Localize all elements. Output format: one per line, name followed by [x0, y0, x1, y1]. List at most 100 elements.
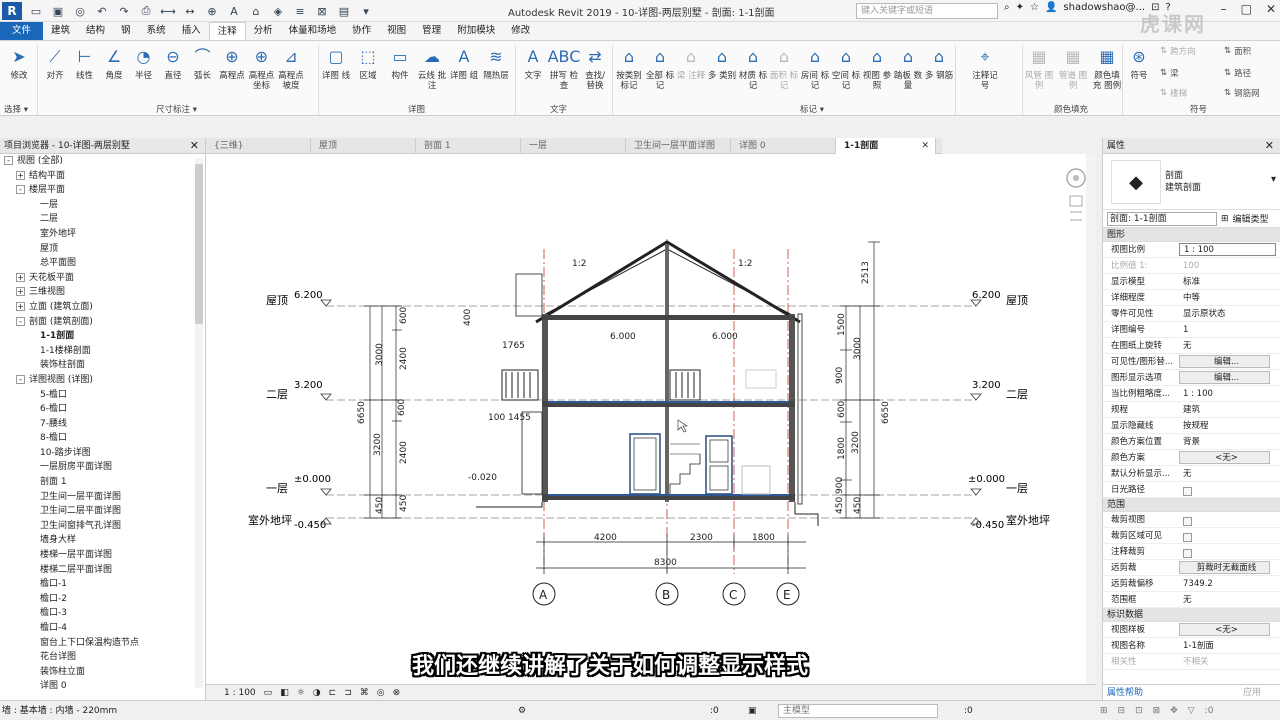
property-checkbox-cell[interactable]	[1179, 512, 1280, 527]
dimension-tool-7-button[interactable]: ⊕ 高程点 坐标	[247, 43, 277, 92]
color-fill-panel-label[interactable]: 颜色填充	[1054, 103, 1088, 115]
checkbox[interactable]	[1183, 516, 1192, 526]
dim-text[interactable]: 8300	[654, 558, 677, 568]
tab-3[interactable]: 钢	[113, 22, 139, 40]
sync-icon[interactable]: ◎	[72, 3, 88, 19]
tree-item[interactable]: 1-1楼梯剖面	[0, 344, 205, 359]
tree-item[interactable]: + 天花板平面	[0, 271, 205, 286]
tab-12[interactable]: 附加模块	[449, 22, 503, 40]
search-input[interactable]: 键入关键字或短语	[856, 3, 998, 19]
property-button[interactable]: <无>	[1179, 623, 1270, 636]
tag-tool-3-button[interactable]: ⌂ 多 类别	[707, 43, 737, 82]
dim-text[interactable]: 1500	[837, 313, 847, 336]
room-elevation[interactable]: 6.000	[610, 332, 636, 342]
property-group-header[interactable]: 标识数据	[1103, 608, 1280, 622]
type-selector[interactable]: ◆ 剖面 建筑剖面 ▾	[1103, 154, 1280, 210]
tree-item[interactable]: 6-檐口	[0, 402, 205, 417]
tab-0[interactable]: 文件	[0, 22, 44, 40]
tree-item[interactable]: + 立面 (建筑立面)	[0, 300, 205, 315]
tag-tool-5-button[interactable]: ⌂ 面积 标记	[769, 43, 799, 92]
property-value[interactable]: 7349.2	[1179, 576, 1280, 591]
detail-tool-1-button[interactable]: ⬚ 区域	[353, 43, 383, 82]
dimension-tool-0-button[interactable]: ⟋ 对齐	[40, 43, 70, 82]
view-scale[interactable]: 1 : 100	[224, 688, 256, 698]
property-group-header[interactable]: 范围	[1103, 498, 1280, 512]
view-tab[interactable]: 详图 0	[731, 138, 836, 154]
3d-view-icon[interactable]: ⌂	[248, 3, 264, 19]
open-icon[interactable]: ▭	[28, 3, 44, 19]
tag-icon[interactable]: ⊕	[204, 3, 220, 19]
tag-tool-7-button[interactable]: ⌂ 空间 标记	[831, 43, 861, 92]
level-name[interactable]: 屋顶	[1006, 294, 1028, 307]
dim-text[interactable]: 900	[835, 367, 845, 384]
property-value[interactable]: 无	[1179, 592, 1280, 607]
expand-icon[interactable]: +	[16, 287, 25, 297]
filter-icon[interactable]: ▽	[1188, 701, 1195, 720]
property-value[interactable]: 1 : 100	[1179, 386, 1280, 401]
dimension-tool-2-button[interactable]: ∠ 角度	[99, 43, 129, 82]
property-value[interactable]: 中等	[1179, 290, 1280, 305]
level-name[interactable]: 一层	[266, 482, 288, 495]
property-value[interactable]: 1 : 100	[1179, 243, 1276, 256]
view-tab[interactable]: 一层	[521, 138, 626, 154]
property-value[interactable]: 1-1剖面	[1179, 638, 1280, 653]
tag-tool-6-button[interactable]: ⌂ 房间 标记	[800, 43, 830, 92]
expand-icon[interactable]: +	[16, 272, 25, 282]
grid-label[interactable]: C	[729, 588, 737, 602]
property-value[interactable]: 标准	[1179, 274, 1280, 289]
tag-tool-8-button[interactable]: ⌂ 视图 参照	[862, 43, 892, 92]
level-elevation[interactable]: -0.450	[294, 520, 326, 531]
tree-item[interactable]: 花台详图	[0, 650, 205, 665]
tree-item[interactable]: + 三维视图	[0, 285, 205, 300]
color-fill-tool-1-button[interactable]: ▦ 管道 图例	[1058, 43, 1088, 92]
dim-text[interactable]: 2300	[690, 533, 713, 543]
select-pinned-icon[interactable]: ⊡	[1135, 701, 1143, 720]
dim-text[interactable]: 450	[399, 495, 409, 512]
property-group-header[interactable]: 图形	[1103, 228, 1280, 242]
detail-tool-5-button[interactable]: ≋ 隔热层	[481, 43, 511, 82]
close-hidden-icon[interactable]: ⊠	[314, 3, 330, 19]
dim-text[interactable]: 450	[853, 497, 863, 514]
tag-tool-1-button[interactable]: ⌂ 全部 标记	[645, 43, 675, 92]
thin-lines-icon[interactable]: ≡	[292, 3, 308, 19]
user-name[interactable]: shadowshao@...	[1063, 2, 1145, 13]
shadows-icon[interactable]: ◑	[313, 688, 321, 698]
dim-text[interactable]: 6650	[881, 401, 891, 424]
property-value[interactable]: 背景	[1179, 434, 1280, 449]
tree-item[interactable]: 檐口-3	[0, 606, 205, 621]
view-tab[interactable]: {三维}	[206, 138, 311, 154]
scrollbar-thumb[interactable]	[195, 164, 203, 324]
dimension-tool-5-button[interactable]: ⌒ 弧长	[188, 43, 218, 82]
tree-item[interactable]: 8-檐口	[0, 431, 205, 446]
tab-4[interactable]: 系统	[139, 22, 174, 40]
measure-icon[interactable]: ⟷	[160, 3, 176, 19]
tag-tool-10-button[interactable]: ⌂ 多 钢筋	[924, 43, 954, 82]
tree-item[interactable]: 一层	[0, 198, 205, 213]
dim-text[interactable]: -0.020	[468, 473, 497, 483]
crop-icon[interactable]: ⊏	[329, 688, 337, 698]
tree-item[interactable]: 卫生间二层平面详图	[0, 504, 205, 519]
tree-item[interactable]: 1-1剖面	[0, 329, 205, 344]
level-elevation[interactable]: ±0.000	[968, 474, 1005, 485]
view-tab[interactable]: 1-1剖面 ✕	[836, 138, 936, 154]
grid-label[interactable]: A	[539, 588, 548, 602]
dim-text[interactable]: 3000	[853, 337, 863, 360]
select-links-icon[interactable]: ⊞	[1100, 701, 1108, 720]
dimension-tool-6-button[interactable]: ⊕ 高程点	[217, 43, 247, 82]
grid-label[interactable]: B	[662, 588, 670, 602]
tree-item[interactable]: - 详图视图 (详图)	[0, 373, 205, 388]
text-panel-label[interactable]: 文字	[550, 103, 567, 115]
design-option-select[interactable]: 主模型	[778, 704, 938, 718]
checkbox[interactable]	[1183, 548, 1192, 558]
redo-icon[interactable]: ↷	[116, 3, 132, 19]
select-panel-label[interactable]: 选择 ▾	[4, 103, 28, 115]
dim-text[interactable]: 3200	[373, 433, 383, 456]
keynote-button[interactable]: ⌖ 注释记号	[970, 43, 1000, 92]
close-icon[interactable]: ✕	[1265, 138, 1274, 154]
dim-text[interactable]: 600	[399, 307, 409, 324]
tab-13[interactable]: 修改	[503, 22, 538, 40]
dimension-tool-1-button[interactable]: ⊢ 线性	[70, 43, 100, 82]
tab-2[interactable]: 结构	[78, 22, 113, 40]
level-name[interactable]: 屋顶	[266, 294, 288, 307]
revit-logo[interactable]: R	[2, 2, 22, 20]
